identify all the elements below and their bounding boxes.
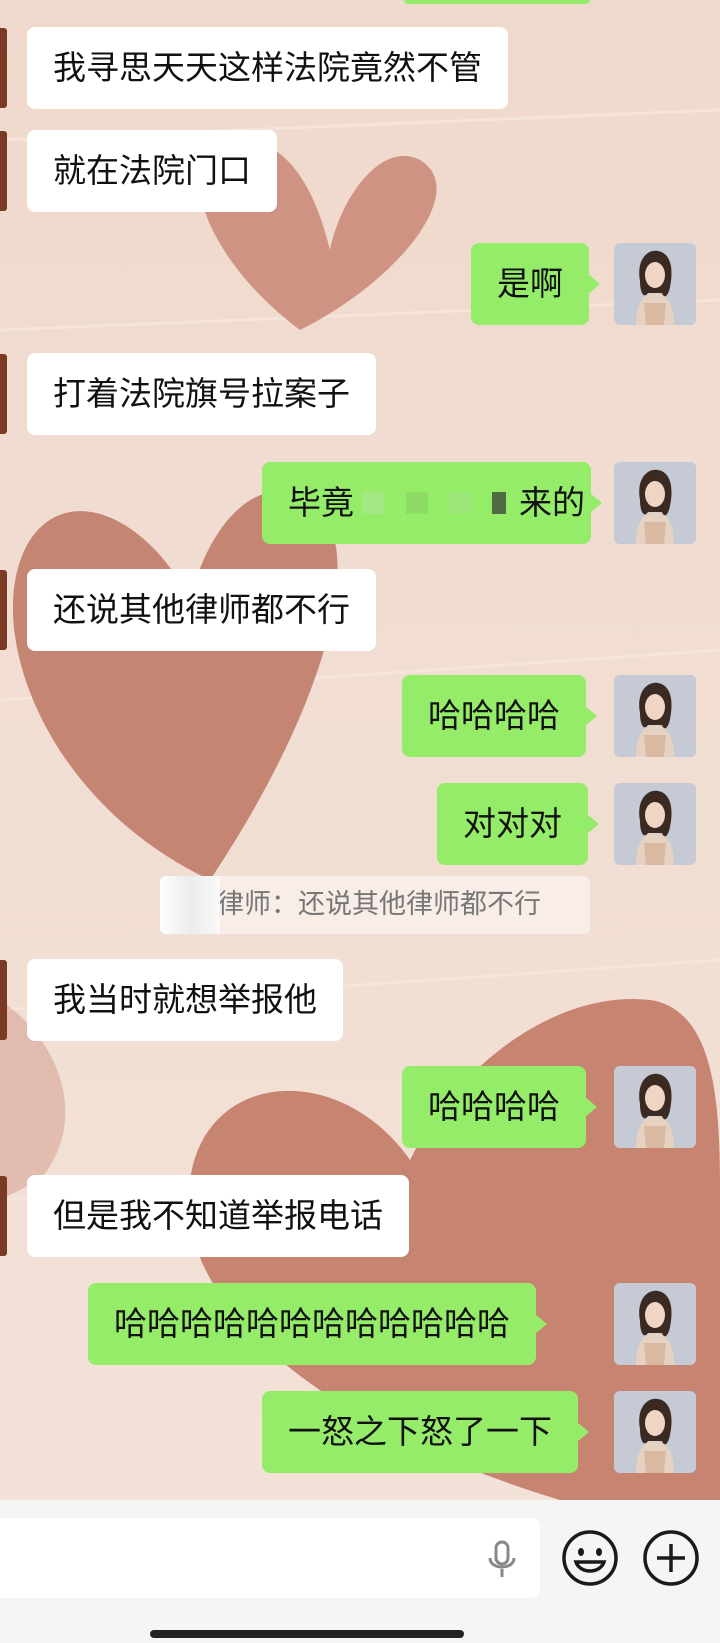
redaction-mosaic xyxy=(356,462,508,544)
quoted-message[interactable]: 律师：还说其他律师都不行 xyxy=(160,876,590,934)
input-bar xyxy=(0,1500,720,1643)
message-text: 打着法院旗号拉案子 xyxy=(53,374,350,413)
person-avatar-icon xyxy=(614,1283,696,1365)
user-avatar[interactable] xyxy=(614,243,696,325)
person-avatar-icon xyxy=(614,675,696,757)
message-text: 但是我不知道举报电话 xyxy=(53,1196,383,1235)
plus-icon[interactable] xyxy=(641,1528,701,1588)
message-text: 哈哈哈哈 xyxy=(428,696,560,735)
message-text: 毕竟 xyxy=(288,483,354,522)
message-text: 来的 xyxy=(519,483,585,522)
message-text: 哈哈哈哈 xyxy=(428,1087,560,1126)
incoming-message[interactable]: 还说其他律师都不行 xyxy=(27,569,376,651)
avatar-edge[interactable] xyxy=(0,131,7,211)
avatar-edge[interactable] xyxy=(0,28,7,108)
message-text: 就在法院门口 xyxy=(53,151,251,190)
person-avatar-icon xyxy=(614,1391,696,1473)
message-text: 哈哈哈哈哈哈哈哈哈哈哈哈 xyxy=(114,1304,510,1343)
message-text: 我寻思天天这样法院竟然不管 xyxy=(53,48,482,87)
outgoing-message[interactable]: 哈哈哈哈 xyxy=(402,1066,597,1148)
message-text: 是啊 xyxy=(497,264,563,303)
avatar-edge[interactable] xyxy=(0,354,7,434)
message-text: 对对对 xyxy=(463,804,562,843)
microphone-icon[interactable] xyxy=(484,1540,520,1580)
chat-screen: 我寻思天天这样法院竟然不管 就在法院门口 是啊 打着法院旗号拉案子 毕竟 来的 xyxy=(0,0,720,1643)
redaction-blur xyxy=(160,876,220,934)
outgoing-message[interactable]: 哈哈哈哈哈哈哈哈哈哈哈哈 xyxy=(88,1283,547,1365)
outgoing-message[interactable]: 哈哈哈哈 xyxy=(402,675,597,757)
incoming-message[interactable]: 就在法院门口 xyxy=(27,130,277,212)
person-avatar-icon xyxy=(614,243,696,325)
incoming-message[interactable]: 但是我不知道举报电话 xyxy=(27,1175,409,1257)
home-indicator[interactable] xyxy=(150,1630,464,1638)
person-avatar-icon xyxy=(614,462,696,544)
outgoing-message[interactable]: 对对对 xyxy=(437,783,599,865)
outgoing-message[interactable]: 一怒之下怒了一下 xyxy=(262,1391,589,1473)
avatar-edge[interactable] xyxy=(0,960,7,1040)
user-avatar[interactable] xyxy=(614,462,696,544)
incoming-message[interactable]: 我寻思天天这样法院竟然不管 xyxy=(27,27,508,109)
incoming-message[interactable]: 我当时就想举报他 xyxy=(27,959,343,1041)
message-text: 还说其他律师都不行 xyxy=(53,590,350,629)
message-input[interactable] xyxy=(0,1518,540,1598)
user-avatar[interactable] xyxy=(614,1066,696,1148)
person-avatar-icon xyxy=(614,783,696,865)
outgoing-message[interactable]: 是啊 xyxy=(471,243,600,325)
message-list[interactable]: 我寻思天天这样法院竟然不管 就在法院门口 是啊 打着法院旗号拉案子 毕竟 来的 xyxy=(0,0,720,1500)
quote-text: 律师：还说其他律师都不行 xyxy=(217,889,541,920)
message-text: 我当时就想举报他 xyxy=(53,980,317,1019)
message-text: 一怒之下怒了一下 xyxy=(288,1412,552,1451)
avatar-edge[interactable] xyxy=(0,1176,7,1256)
user-avatar[interactable] xyxy=(614,1391,696,1473)
incoming-message[interactable]: 打着法院旗号拉案子 xyxy=(27,353,376,435)
user-avatar[interactable] xyxy=(614,675,696,757)
user-avatar[interactable] xyxy=(614,783,696,865)
person-avatar-icon xyxy=(614,1066,696,1148)
smiley-icon[interactable] xyxy=(560,1528,620,1588)
user-avatar[interactable] xyxy=(614,1283,696,1365)
avatar-edge[interactable] xyxy=(0,570,7,650)
